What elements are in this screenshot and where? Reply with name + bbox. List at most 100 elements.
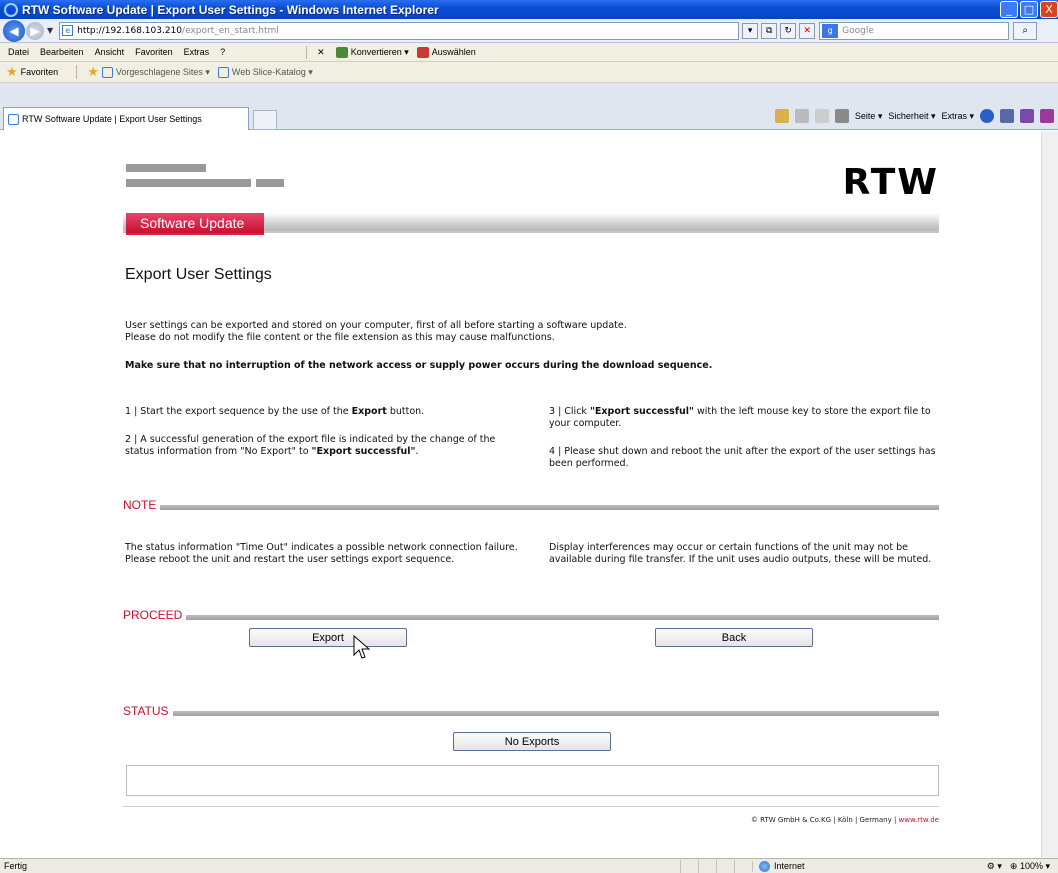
search-icon[interactable]: ⌕	[1013, 21, 1038, 40]
extras-menu[interactable]: Extras ▾	[941, 111, 974, 122]
warning-text: Make sure that no interruption of the ne…	[125, 360, 713, 371]
status-section-header: STATUS	[123, 704, 939, 718]
url-host: http://192.168.103.210	[77, 25, 183, 36]
favorites-button[interactable]: ★ Favoriten	[6, 64, 58, 80]
minimize-button[interactable]: _	[1000, 1, 1018, 18]
menu-item-help[interactable]: ?	[220, 47, 225, 57]
zoom-value: 100%	[1019, 860, 1043, 871]
security-zone[interactable]: Internet	[752, 860, 912, 872]
intro-line-2: Please do not modify the file content or…	[125, 332, 555, 343]
addon-icon-1[interactable]	[1000, 109, 1014, 123]
convert-label: Konvertieren	[350, 47, 402, 57]
security-menu[interactable]: Sicherheit ▾	[888, 111, 935, 122]
feeds-icon[interactable]	[794, 109, 809, 123]
search-input[interactable]: g Google	[819, 21, 1010, 40]
zone-label: Internet	[774, 861, 805, 871]
intro-line-1: User settings can be exported and stored…	[125, 320, 627, 331]
note-right: Display interferences may occur or certa…	[549, 542, 932, 565]
suggested-sites-link[interactable]: Vorgeschlagene Sites ▾	[101, 66, 210, 78]
rtw-logo: RTW	[842, 162, 939, 203]
note-left: The status information "Time Out" indica…	[125, 542, 518, 565]
stop-icon[interactable]: ✕	[799, 22, 816, 39]
tab-software-update[interactable]: Software Update	[126, 213, 264, 235]
url-input[interactable]: e http://192.168.103.210/export_en_start…	[59, 21, 740, 40]
ie-logo-icon	[4, 2, 18, 17]
ie-page-icon	[217, 66, 229, 78]
close-button[interactable]: X	[1040, 1, 1058, 18]
step3-bold: "Export successful"	[589, 406, 694, 417]
vertical-scrollbar[interactable]	[1041, 131, 1058, 858]
rtw-website-link[interactable]: www.rtw.de	[899, 816, 939, 824]
tab-bar: RTW Software Update | Export User Settin…	[0, 83, 1058, 130]
select-label: Auswählen	[431, 47, 476, 57]
globe-icon	[759, 860, 770, 872]
help-icon[interactable]	[980, 109, 994, 123]
status-output-box	[126, 765, 939, 796]
header-bar-2	[126, 179, 251, 187]
back-nav-icon[interactable]: ◀	[3, 19, 25, 42]
close-toolbar-icon[interactable]: ✕	[317, 47, 325, 58]
refresh-icon[interactable]: ↻	[780, 22, 797, 39]
google-logo-icon: g	[822, 23, 839, 38]
print-icon[interactable]	[834, 109, 849, 123]
addon-icon-3[interactable]	[1040, 109, 1054, 123]
back-button[interactable]: Back	[655, 628, 813, 647]
forward-nav-icon[interactable]: ▶	[26, 21, 44, 40]
dropdown-icon[interactable]: ▾	[742, 22, 759, 39]
menu-item-favoriten[interactable]: Favoriten	[135, 47, 173, 57]
note-label: NOTE	[123, 498, 157, 512]
ie-page-icon	[8, 113, 19, 125]
favorites-label: Favoriten	[20, 67, 59, 77]
zoom-level[interactable]: ⊕ 100% ▾	[1010, 861, 1050, 872]
status-cell	[680, 859, 698, 873]
addon-icon-2[interactable]	[1020, 109, 1034, 123]
web-slice-label: Web Slice-Katalog ▾	[231, 66, 313, 77]
status-button[interactable]: No Exports	[453, 732, 611, 751]
web-slice-link[interactable]: Web Slice-Katalog ▾	[217, 66, 313, 78]
tab-active[interactable]: RTW Software Update | Export User Settin…	[3, 107, 249, 130]
status-text: Fertig	[4, 861, 28, 871]
page-title: Export User Settings	[125, 266, 272, 283]
command-bar: Seite ▾ Sicherheit ▾ Extras ▾	[774, 109, 1054, 123]
copyright-text: © RTW GmbH & Co.KG | Köln | Germany |	[750, 816, 899, 824]
page-menu[interactable]: Seite ▾	[855, 111, 883, 122]
note-section-header: NOTE	[123, 498, 939, 512]
menu-item-datei[interactable]: Datei	[8, 47, 29, 57]
new-tab-button[interactable]	[253, 110, 277, 130]
footer-divider	[123, 806, 939, 807]
status-rule	[172, 710, 939, 716]
address-bar: ◀ ▶ ▼ e http://192.168.103.210/export_en…	[0, 19, 1058, 43]
mail-icon[interactable]	[814, 109, 829, 123]
menu-item-ansicht[interactable]: Ansicht	[95, 47, 125, 57]
add-favorite-icon[interactable]: ★	[87, 64, 99, 80]
step1-bold: Export	[351, 406, 387, 417]
history-dropdown-icon[interactable]: ▼	[47, 26, 53, 35]
menu-bar: Datei Bearbeiten Ansicht Favoriten Extra…	[0, 43, 1058, 62]
export-button[interactable]: Export	[249, 628, 407, 647]
window-controls: _ □ X	[1000, 1, 1058, 18]
ie-page-icon	[101, 66, 113, 78]
step-4: 4 | Please shut down and reboot the unit…	[549, 446, 936, 469]
maximize-button[interactable]: □	[1020, 1, 1038, 18]
protected-mode-icon[interactable]: ⚙ ▾	[987, 861, 1002, 872]
zoom-control[interactable]: ⚙ ▾ ⊕ 100% ▾	[987, 861, 1058, 872]
compat-view-icon[interactable]: ⧉	[761, 22, 778, 39]
home-icon[interactable]	[774, 109, 789, 123]
status-label: STATUS	[123, 704, 169, 718]
intro-text: User settings can be exported and stored…	[125, 320, 925, 344]
convert-button[interactable]: Konvertieren ▾	[335, 46, 409, 58]
copyright: © RTW GmbH & Co.KG | Köln | Germany | ww…	[751, 816, 939, 824]
select-button[interactable]: Auswählen	[416, 46, 476, 58]
window-title: RTW Software Update | Export User Settin…	[22, 2, 439, 17]
step2-bold: "Export successful"	[311, 446, 416, 457]
convert-icon	[335, 46, 348, 58]
status-cell	[698, 859, 716, 873]
menu-separator	[306, 45, 308, 59]
select-icon	[416, 46, 429, 58]
step2-end: .	[415, 446, 419, 457]
tab-label: RTW Software Update | Export User Settin…	[22, 114, 202, 124]
search-placeholder: Google	[842, 25, 874, 36]
menu-item-bearbeiten[interactable]: Bearbeiten	[40, 47, 84, 57]
status-bar: Fertig Internet ⚙ ▾ ⊕ 100% ▾	[0, 858, 1058, 873]
menu-item-extras[interactable]: Extras	[184, 47, 210, 57]
